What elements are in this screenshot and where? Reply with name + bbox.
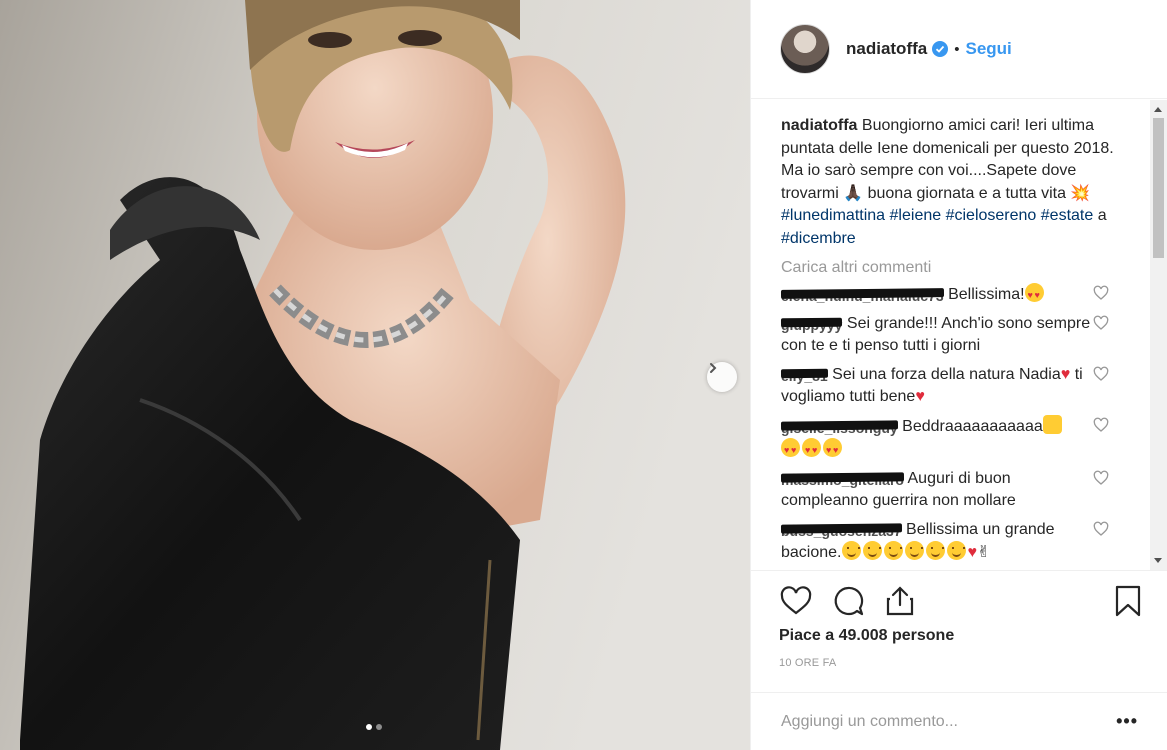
likes-count[interactable]: Piace a 49.008 persone	[779, 627, 1167, 645]
grin-emoji	[841, 541, 861, 560]
add-comment-bar: •••	[751, 692, 1167, 750]
smile-emoji	[904, 541, 924, 560]
smile-emoji	[883, 541, 903, 560]
hashtag-link[interactable]: #leiene	[890, 207, 942, 224]
scroll-up-arrow[interactable]	[1154, 107, 1162, 112]
caption-username[interactable]: nadiatoffa	[781, 117, 857, 134]
scroll-down-arrow[interactable]	[1154, 558, 1162, 563]
heart-eyes-emoji	[802, 438, 821, 462]
thumbs-up-emoji	[1042, 414, 1062, 434]
carousel-indicator	[366, 724, 382, 730]
heart-eyes-emoji	[823, 438, 842, 462]
comment-item: giselle_lissonguy Beddraaaaaaaaaaa	[780, 414, 1109, 462]
follow-button[interactable]: Segui	[966, 39, 1012, 59]
comment-item: buss_guosenza37 Bellissima un grande bac…	[780, 519, 1109, 565]
comment-text: Sei una forza della natura Nadia	[827, 365, 1061, 383]
heart-icon[interactable]	[1093, 417, 1109, 433]
heart-eyes-emoji	[1024, 283, 1044, 307]
post-header: nadiatoffa • Segui	[751, 0, 1167, 99]
carousel-dot-active	[366, 724, 372, 730]
header-username[interactable]: nadiatoffa	[846, 39, 927, 59]
header-separator: •	[954, 40, 960, 58]
comment-item: elly_81 Sei una forza della natura Nadia…	[780, 364, 1109, 409]
comment-text: Beddraaaaaaaaaaa	[897, 417, 1043, 435]
verified-badge-icon	[932, 41, 949, 57]
heart-icon[interactable]	[1093, 470, 1109, 486]
carousel-next-button[interactable]	[707, 362, 737, 392]
redacted-username[interactable]: buss_guosenza37	[780, 520, 902, 539]
hashtag-link[interactable]: #cielosereno	[946, 207, 1037, 224]
redacted-username[interactable]: elena_nuinu_marialuc73	[780, 285, 944, 304]
chevron-right-icon	[710, 363, 717, 373]
heart-icon[interactable]	[1093, 315, 1109, 331]
comment-item: giuppyyy Sei grande!!! Anch'io sono semp…	[780, 313, 1109, 358]
post-caption: nadiatoffa Buongiorno amici cari! Ieri u…	[781, 115, 1121, 250]
victory-hand-emoji: ✌	[977, 544, 991, 561]
post-photo[interactable]	[0, 0, 750, 750]
carousel-dot	[376, 724, 382, 730]
hashtag-link[interactable]: #estate	[1041, 207, 1093, 224]
smile-emoji	[946, 541, 966, 560]
comment-item: massimo_gitellaro Auguri di buon complea…	[780, 468, 1109, 513]
redacted-username[interactable]: giselle_lissonguy	[780, 417, 898, 436]
comments-scrollbar[interactable]	[1150, 100, 1167, 570]
smile-emoji	[925, 541, 945, 560]
photo-illustration	[0, 0, 750, 750]
scroll-thumb[interactable]	[1153, 118, 1164, 258]
comment-icon[interactable]	[831, 585, 865, 617]
heart-eyes-emoji	[781, 438, 800, 462]
load-more-comments-button[interactable]: Carica altri commenti	[781, 259, 1151, 277]
heart-icon[interactable]	[1093, 366, 1109, 382]
avatar[interactable]	[780, 24, 830, 74]
comment-text: Bellissima!	[943, 286, 1025, 303]
hashtag-joiner: a	[1097, 207, 1107, 224]
bookmark-icon[interactable]	[1114, 585, 1142, 617]
hashtag-link[interactable]: #lunedimattina	[781, 207, 885, 224]
heart-icon[interactable]	[1093, 285, 1109, 301]
post-timestamp[interactable]: 10 ORE FA	[779, 657, 1167, 669]
redacted-username[interactable]: massimo_gitellaro	[780, 469, 904, 488]
redacted-username[interactable]: elly_81	[780, 365, 828, 384]
post-side-panel: nadiatoffa • Segui nadiatoffa Buongiorno…	[750, 0, 1167, 750]
hashtag-link[interactable]: #dicembre	[781, 230, 856, 247]
more-options-icon[interactable]: •••	[1116, 711, 1138, 732]
heart-icon[interactable]	[1093, 521, 1109, 537]
heart-emoji: ♥	[967, 544, 978, 561]
comment-input[interactable]	[781, 712, 1091, 731]
share-icon[interactable]	[883, 585, 917, 617]
comments-list[interactable]: nadiatoffa Buongiorno amici cari! Ieri u…	[751, 100, 1151, 570]
smile-emoji	[862, 541, 882, 560]
heart-emoji: ♥	[915, 388, 925, 405]
heart-emoji: ♥	[1060, 365, 1071, 383]
heart-icon[interactable]	[779, 585, 813, 617]
redacted-username[interactable]: giuppyyy	[780, 314, 843, 333]
comment-item: elena_nuinu_marialuc73 Bellissima!	[780, 283, 1109, 307]
post-actions: Piace a 49.008 persone 10 ORE FA	[751, 570, 1167, 669]
